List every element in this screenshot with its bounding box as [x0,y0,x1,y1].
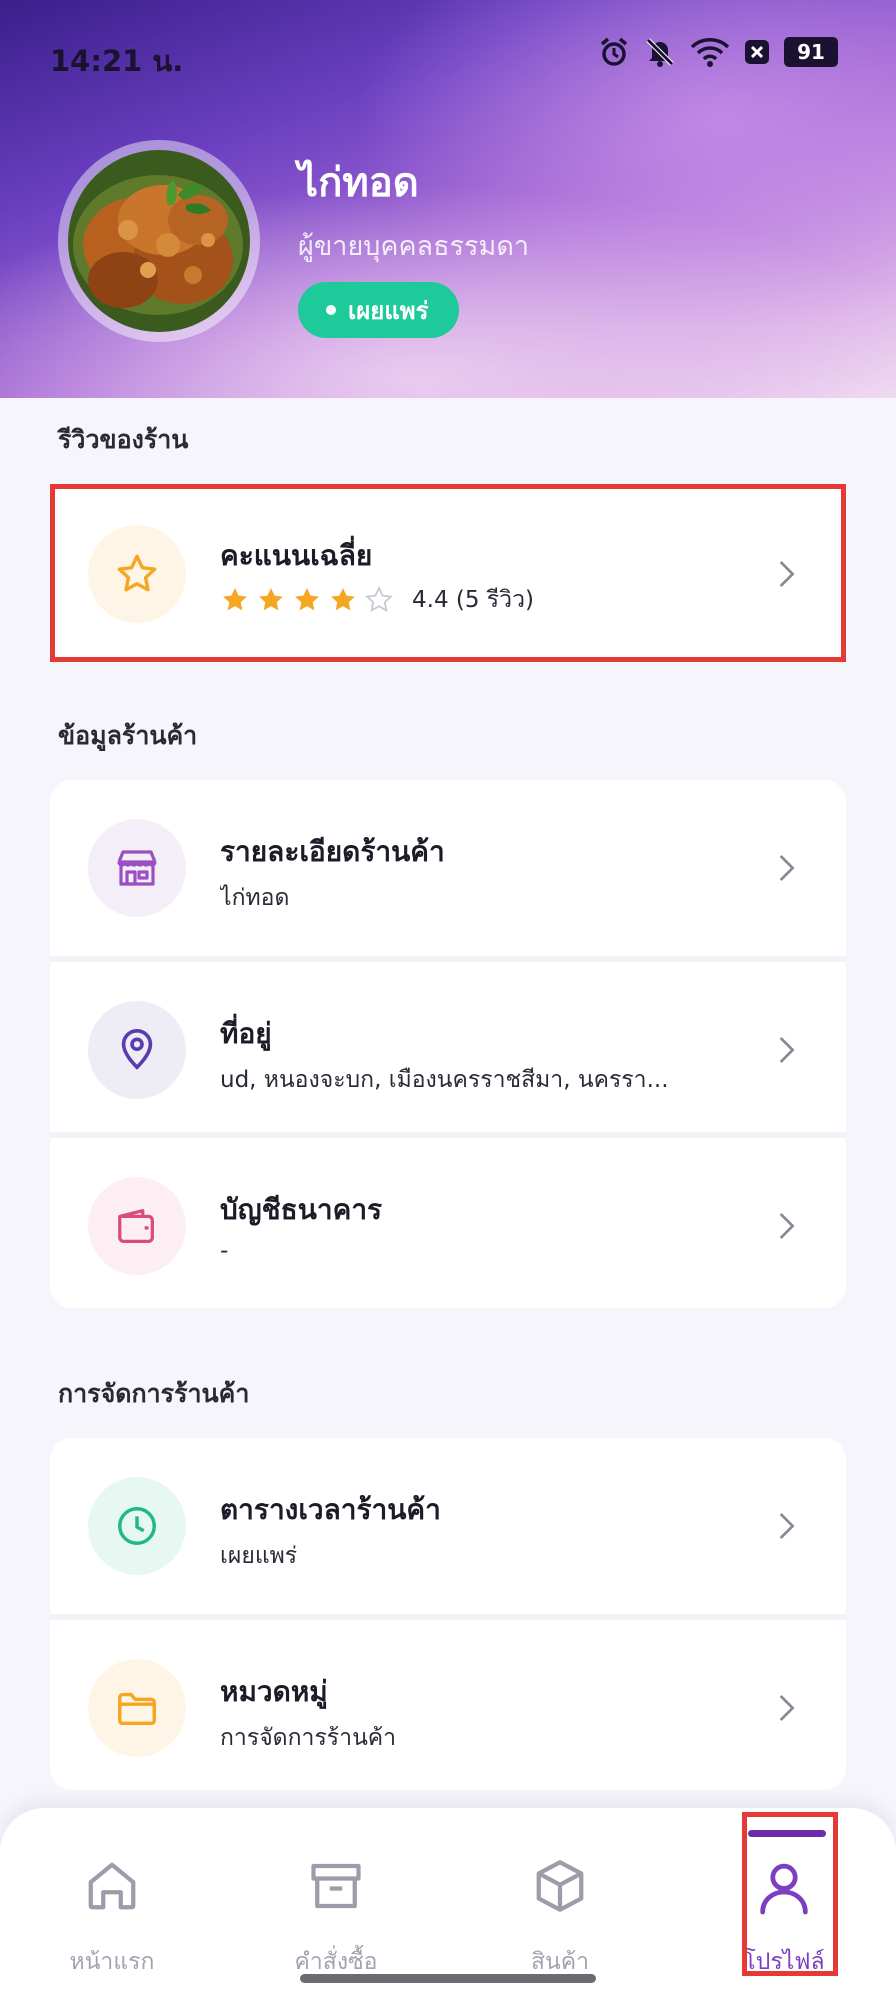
category-row[interactable]: หมวดหมู่ การจัดการร้านค้า [50,1614,846,1790]
user-icon [760,1863,808,1915]
star-filled-icon [259,588,283,611]
bank-account-title: บัญชีธนาคาร [220,1193,383,1226]
fried-chicken-photo [68,150,250,332]
star-filled-icon [331,588,355,611]
active-tab-indicator [748,1830,826,1837]
reviews-section-title: รีวิวของร้าน [58,425,189,454]
shop-avatar[interactable] [58,140,260,342]
status-dot-icon [326,305,336,315]
shop-name: ไก่ทอด [298,160,419,206]
wallet-icon [88,1177,186,1275]
status-badge-label: เผยแพร่ [348,296,429,325]
store-details-title: รายละเอียดร้านค้า [220,835,445,868]
address-title: ที่อยู่ [220,1017,272,1050]
folder-icon [88,1659,186,1757]
battery-indicator: 91 [784,37,838,67]
average-rating-row[interactable]: คะแนนเฉลี่ย 4.4 (5 รีวิว) [50,486,846,662]
store-management-card: ตารางเวลาร้านค้า เผยแพร่ หมวดหมู่ การจัด… [50,1438,846,1790]
store-details-subtitle: ไก่ทอด [220,885,290,911]
category-subtitle: การจัดการร้านค้า [220,1725,397,1751]
alarm-icon [598,36,630,68]
status-time: 14:21 น. [50,44,184,78]
store-schedule-title: ตารางเวลาร้านค้า [220,1493,441,1526]
status-icons: 91 [598,34,838,70]
chevron-right-icon [779,1213,795,1239]
store-schedule-subtitle: เผยแพร่ [220,1543,298,1569]
chevron-right-icon [779,561,795,587]
nav-home-label: หน้าแรก [69,1949,155,1975]
home-icon [88,1862,136,1910]
wifi-icon [690,36,730,68]
nav-products[interactable]: สินค้า [448,1808,672,1999]
category-title: หมวดหมู่ [220,1675,328,1708]
nav-orders[interactable]: คำสั่งซื้อ [224,1808,448,1999]
store-icon [88,819,186,917]
average-rating-title: คะแนนเฉลี่ย [220,539,373,572]
seller-type: ผู้ขายบุคคลธรรมดา [298,231,530,262]
star-filled-icon [295,588,319,611]
store-management-section-title: การจัดการร้านค้า [58,1379,250,1408]
address-subtitle: ud, หนองจะบก, เมืองนครราชสีมา, นครรา... [220,1067,669,1093]
nav-profile-label: โปรไฟล์ [743,1949,825,1975]
mute-icon [644,36,676,68]
star-icon [88,525,186,623]
reviews-card: คะแนนเฉลี่ย 4.4 (5 รีวิว) [50,486,846,662]
address-row[interactable]: ที่อยู่ ud, หนองจะบก, เมืองนครราชสีมา, น… [50,956,846,1132]
store-info-section-title: ข้อมูลร้านค้า [58,721,198,750]
location-pin-icon [88,1001,186,1099]
rating-stars: 4.4 (5 รีวิว) [220,582,534,618]
store-info-card: รายละเอียดร้านค้า ไก่ทอด ที่อยู่ ud, หนอ… [50,780,846,1308]
chevron-right-icon [779,855,795,881]
rating-text: 4.4 (5 รีวิว) [412,587,534,613]
home-gesture-bar[interactable] [300,1974,596,1983]
status-badge: เผยแพร่ [298,282,459,338]
bank-account-subtitle: - [220,1238,229,1264]
notification-x-icon [744,39,770,65]
star-filled-icon [223,588,247,611]
star-empty-icon [365,586,393,613]
store-schedule-row[interactable]: ตารางเวลาร้านค้า เผยแพร่ [50,1438,846,1614]
store-details-row[interactable]: รายละเอียดร้านค้า ไก่ทอด [50,780,846,956]
bank-account-row[interactable]: บัญชีธนาคาร - [50,1132,846,1308]
chevron-right-icon [779,1037,795,1063]
chevron-right-icon [779,1695,795,1721]
chevron-right-icon [779,1513,795,1539]
nav-home[interactable]: หน้าแรก [0,1808,224,1999]
status-bar: 14:21 น. 91 [0,0,896,105]
clock-icon [88,1477,186,1575]
cube-icon [536,1860,584,1912]
profile-header: 14:21 น. 91 ไก่ทอด ผู้ขายบุคคลธรรมดา เผย… [0,0,896,398]
archive-box-icon [311,1863,361,1909]
